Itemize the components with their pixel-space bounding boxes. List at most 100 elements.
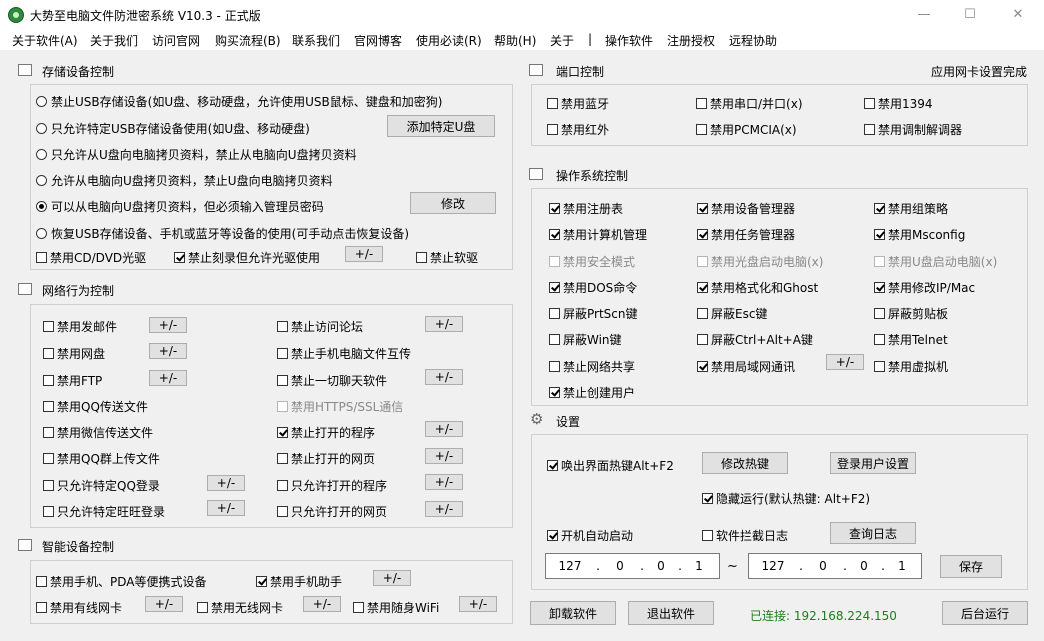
check-disable-dos[interactable]: 禁用DOS命令 bbox=[549, 279, 637, 296]
ip-range-end-input[interactable]: 127. 0. 0. 1 bbox=[748, 553, 922, 579]
pm-button-phone-assistant[interactable]: +/- bbox=[373, 570, 411, 586]
radio-restore-usb[interactable]: 恢复USB存储设备、手机或蓝牙等设备的使用(可手动点击恢复设备) bbox=[36, 225, 409, 242]
pm-button-ftp[interactable]: +/- bbox=[149, 370, 187, 386]
exit-button[interactable]: 退出软件 bbox=[628, 601, 714, 625]
check-disable-wireless-nic[interactable]: 禁用无线网卡 bbox=[197, 599, 283, 616]
check-disable-task-manager[interactable]: 禁用任务管理器 bbox=[697, 226, 795, 243]
close-button[interactable]: ✕ bbox=[995, 0, 1041, 30]
menu-purchase[interactable]: 购买流程(B) bbox=[215, 32, 281, 49]
radio-allow-specific-usb[interactable]: 只允许特定USB存储设备使用(如U盘、移动硬盘) bbox=[36, 120, 310, 137]
pm-button-lan-communication[interactable]: +/- bbox=[826, 354, 864, 370]
menu-help[interactable]: 帮助(H) bbox=[494, 32, 536, 49]
pm-button-allow-webpages[interactable]: +/- bbox=[425, 501, 463, 517]
check-block-clipboard[interactable]: 屏蔽剪贴板 bbox=[874, 305, 948, 322]
check-disable-qq-group-upload[interactable]: 禁用QQ群上传文件 bbox=[43, 450, 160, 467]
modify-password-button[interactable]: 修改 bbox=[410, 192, 496, 214]
check-disable-format-ghost[interactable]: 禁用格式化和Ghost bbox=[697, 279, 818, 296]
check-hotkey-alt-f2[interactable]: 唤出界面热键Alt+F2 bbox=[547, 457, 674, 474]
menu-about-us[interactable]: 关于我们 bbox=[90, 32, 138, 49]
check-disable-floppy[interactable]: 禁止软驱 bbox=[416, 249, 478, 266]
maximize-button[interactable]: ☐ bbox=[947, 0, 993, 30]
menu-blog[interactable]: 官网博客 bbox=[354, 32, 402, 49]
add-specific-usb-button[interactable]: 添加特定U盘 bbox=[387, 115, 495, 137]
pm-button-allow-programs[interactable]: +/- bbox=[425, 474, 463, 490]
check-disable-pcmcia[interactable]: 禁用PCMCIA(x) bbox=[696, 121, 797, 138]
check-disable-infrared[interactable]: 禁用红外 bbox=[547, 121, 609, 138]
check-allow-specific-qq[interactable]: 只允许特定QQ登录 bbox=[43, 477, 160, 494]
menu-about[interactable]: 关于 bbox=[550, 32, 574, 49]
check-autostart[interactable]: 开机自动启动 bbox=[547, 527, 633, 544]
menu-visit-site[interactable]: 访问官网 bbox=[152, 32, 200, 49]
pm-button-chat-software[interactable]: +/- bbox=[425, 369, 463, 385]
check-disable-device-manager[interactable]: 禁用设备管理器 bbox=[697, 200, 795, 217]
menu-operate[interactable]: 操作软件 bbox=[605, 32, 653, 49]
check-disable-lan-communication[interactable]: 禁用局域网通讯 bbox=[697, 358, 795, 375]
check-disable-computer-management[interactable]: 禁用计算机管理 bbox=[549, 226, 647, 243]
check-disable-group-policy[interactable]: 禁用组策略 bbox=[874, 200, 948, 217]
check-block-webpages[interactable]: 禁止打开的网页 bbox=[277, 450, 375, 467]
menu-register[interactable]: 注册授权 bbox=[667, 32, 715, 49]
view-log-button[interactable]: 查询日志 bbox=[830, 522, 916, 544]
check-disable-burning[interactable]: 禁止刻录但允许光驱使用 bbox=[174, 249, 320, 266]
check-hidden-run[interactable]: 隐藏运行(默认热键: Alt+F2) bbox=[702, 490, 870, 507]
pm-button-wireless-nic[interactable]: +/- bbox=[303, 596, 341, 612]
check-block-create-user[interactable]: 禁止创建用户 bbox=[549, 384, 635, 401]
menu-remote-help[interactable]: 远程协助 bbox=[729, 32, 777, 49]
radio-copy-with-password[interactable]: 可以从电脑向U盘拷贝资料，但必须输入管理员密码 bbox=[36, 198, 324, 215]
check-disable-wired-nic[interactable]: 禁用有线网卡 bbox=[36, 599, 122, 616]
pm-button-burning[interactable]: +/- bbox=[345, 246, 383, 262]
check-block-win-key[interactable]: 屏蔽Win键 bbox=[549, 331, 622, 348]
check-disable-msconfig[interactable]: 禁用Msconfig bbox=[874, 226, 965, 243]
background-run-button[interactable]: 后台运行 bbox=[942, 601, 1028, 625]
menu-about-software[interactable]: 关于软件(A) bbox=[12, 32, 78, 49]
pm-button-block-programs[interactable]: +/- bbox=[425, 421, 463, 437]
check-block-phone-pc-transfer[interactable]: 禁止手机电脑文件互传 bbox=[277, 345, 411, 362]
check-block-forums[interactable]: 禁止访问论坛 bbox=[277, 318, 363, 335]
check-disable-netdisk[interactable]: 禁用网盘 bbox=[43, 345, 105, 362]
radio-block-usb[interactable]: 禁止USB存储设备(如U盘、移动硬盘，允许使用USB鼠标、键盘和加密狗) bbox=[36, 93, 442, 110]
check-disable-serial-parallel[interactable]: 禁用串口/并口(x) bbox=[696, 95, 803, 112]
check-disable-modify-ip-mac[interactable]: 禁用修改IP/Mac bbox=[874, 279, 975, 296]
check-allow-specific-wangwang[interactable]: 只允许特定旺旺登录 bbox=[43, 503, 165, 520]
check-disable-modem[interactable]: 禁用调制解调器 bbox=[864, 121, 962, 138]
radio-pc-to-usb-only[interactable]: 允许从电脑向U盘拷贝资料，禁止U盘向电脑拷贝资料 bbox=[36, 172, 333, 189]
check-disable-ftp[interactable]: 禁用FTP bbox=[43, 372, 102, 389]
pm-button-specific-qq[interactable]: +/- bbox=[207, 475, 245, 491]
ip-range-start-input[interactable]: 127. 0. 0. 1 bbox=[545, 553, 720, 579]
check-block-prtscn[interactable]: 屏蔽PrtScn键 bbox=[549, 305, 638, 322]
pm-button-email[interactable]: +/- bbox=[149, 317, 187, 333]
check-disable-phone-assistant[interactable]: 禁用手机助手 bbox=[256, 573, 342, 590]
check-disable-qq-file[interactable]: 禁用QQ传送文件 bbox=[43, 398, 148, 415]
check-disable-registry[interactable]: 禁用注册表 bbox=[549, 200, 623, 217]
pm-button-portable-wifi[interactable]: +/- bbox=[459, 596, 497, 612]
check-disable-virtual-machine[interactable]: 禁用虚拟机 bbox=[874, 358, 948, 375]
pm-button-block-webpages[interactable]: +/- bbox=[425, 448, 463, 464]
login-user-settings-button[interactable]: 登录用户设置 bbox=[830, 452, 916, 474]
check-disable-bluetooth[interactable]: 禁用蓝牙 bbox=[547, 95, 609, 112]
pm-button-forums[interactable]: +/- bbox=[425, 316, 463, 332]
menu-must-read[interactable]: 使用必读(R) bbox=[416, 32, 482, 49]
pm-button-specific-wangwang[interactable]: +/- bbox=[207, 500, 245, 516]
check-disable-email[interactable]: 禁用发邮件 bbox=[43, 318, 117, 335]
check-block-ctrl-alt-a[interactable]: 屏蔽Ctrl+Alt+A键 bbox=[697, 331, 813, 348]
check-allow-programs-only[interactable]: 只允许打开的程序 bbox=[277, 477, 387, 494]
check-disable-cd-dvd[interactable]: 禁用CD/DVD光驱 bbox=[36, 249, 146, 266]
pm-button-wired-nic[interactable]: +/- bbox=[145, 596, 183, 612]
check-disable-portable-devices[interactable]: 禁用手机、PDA等便携式设备 bbox=[36, 573, 206, 590]
check-disable-portable-wifi[interactable]: 禁用随身WiFi bbox=[353, 599, 439, 616]
check-block-network-share[interactable]: 禁止网络共享 bbox=[549, 358, 635, 375]
menu-contact[interactable]: 联系我们 bbox=[292, 32, 340, 49]
uninstall-button[interactable]: 卸载软件 bbox=[530, 601, 616, 625]
save-ip-button[interactable]: 保存 bbox=[940, 555, 1002, 578]
check-block-esc[interactable]: 屏蔽Esc键 bbox=[697, 305, 767, 322]
check-intercept-log[interactable]: 软件拦截日志 bbox=[702, 527, 788, 544]
check-block-chat-software[interactable]: 禁止一切聊天软件 bbox=[277, 372, 387, 389]
check-disable-1394[interactable]: 禁用1394 bbox=[864, 95, 933, 112]
check-disable-wechat-file[interactable]: 禁用微信传送文件 bbox=[43, 424, 153, 441]
minimize-button[interactable]: — bbox=[901, 0, 947, 30]
check-disable-telnet[interactable]: 禁用Telnet bbox=[874, 331, 948, 348]
radio-usb-to-pc-only[interactable]: 只允许从U盘向电脑拷贝资料，禁止从电脑向U盘拷贝资料 bbox=[36, 146, 357, 163]
check-block-programs[interactable]: 禁止打开的程序 bbox=[277, 424, 375, 441]
pm-button-netdisk[interactable]: +/- bbox=[149, 343, 187, 359]
check-allow-webpages-only[interactable]: 只允许打开的网页 bbox=[277, 503, 387, 520]
